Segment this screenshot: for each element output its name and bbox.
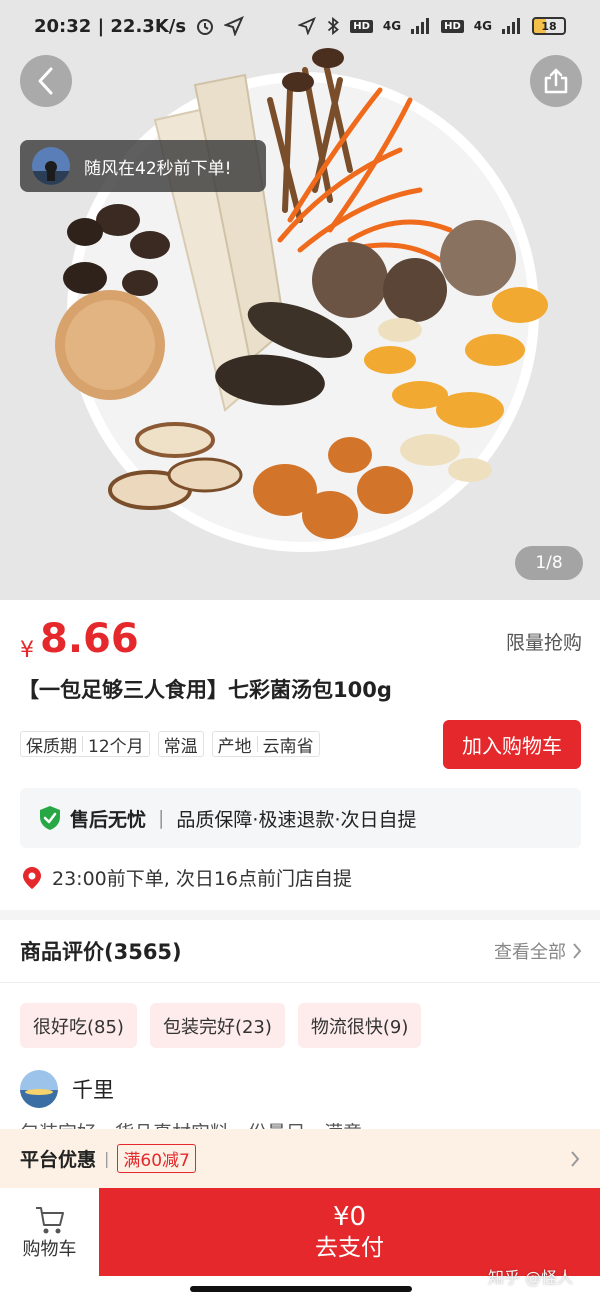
- checkout-amount: ¥0: [332, 1202, 367, 1232]
- product-image-carousel[interactable]: 20:32 | 22.3K/s HD 4G HD 4G 18 随风在42秒前下单…: [0, 0, 600, 600]
- review-chip-shipping[interactable]: 物流很快(9): [297, 1003, 422, 1048]
- recent-order-text: 随风在42秒前下单!: [84, 158, 232, 179]
- pickup-info: 23:00前下单, 次日16点前门店自提: [22, 864, 352, 891]
- hd-badge: HD: [350, 19, 373, 33]
- battery-icon: 18: [532, 17, 566, 35]
- section-divider: [0, 910, 600, 920]
- network-type: 4G: [473, 19, 492, 33]
- location-arrow-icon: [298, 17, 317, 35]
- checkout-label: 去支付: [315, 1235, 384, 1261]
- chevron-right-icon: [571, 1150, 580, 1167]
- hd-badge: HD: [441, 19, 464, 33]
- mushroom-product-image: [55, 48, 548, 552]
- back-button[interactable]: [20, 55, 72, 107]
- pickup-text: 23:00前下单, 次日16点前门店自提: [52, 868, 353, 890]
- origin-tag: 产地 云南省: [211, 731, 320, 757]
- signal-icon: [502, 18, 520, 34]
- product-price: 8.66: [40, 616, 139, 662]
- share-icon: [544, 68, 568, 94]
- chevron-left-icon: [38, 67, 53, 95]
- flash-sale-label: 限量抢购: [505, 632, 582, 654]
- product-title: 【一包足够三人食用】七彩菌汤包100g: [18, 678, 392, 702]
- share-button[interactable]: [530, 55, 582, 107]
- review-chip-tasty[interactable]: 很好吃(85): [20, 1003, 137, 1048]
- location-arrow-icon: [224, 16, 245, 36]
- tag-name: 产地: [217, 736, 252, 757]
- view-all-label: 查看全部: [494, 942, 566, 963]
- separator: |: [158, 807, 165, 829]
- buyer-avatar: [32, 147, 70, 185]
- storage-tag: 常温: [157, 731, 204, 757]
- location-pin-icon: [23, 866, 41, 889]
- price-row: ¥ 8.66 限量抢购: [20, 616, 582, 666]
- discount-coupon: 满60减7: [117, 1144, 196, 1173]
- shopping-cart-icon: [35, 1207, 64, 1234]
- cart-label: 购物车: [22, 1239, 77, 1260]
- after-sale-guarantee[interactable]: 售后无忧 | 品质保障·极速退款·次日自提: [20, 788, 581, 848]
- shelf-life-tag: 保质期 12个月: [20, 731, 150, 757]
- guarantee-items: 品质保障·极速退款·次日自提: [176, 808, 417, 831]
- status-bar: 20:32 | 22.3K/s HD 4G HD 4G 18: [0, 0, 600, 52]
- signal-icon: [411, 18, 430, 34]
- reviewer-name: 千里: [72, 1078, 114, 1102]
- shield-check-icon: [40, 806, 60, 830]
- reviewer: 千里: [20, 1070, 114, 1108]
- tag-name: 常温: [163, 736, 198, 757]
- add-to-cart-button[interactable]: 加入购物车: [443, 720, 581, 769]
- status-time-speed: 20:32 | 22.3K/s: [34, 15, 187, 37]
- tag-name: 保质期: [26, 736, 77, 757]
- chevron-right-icon: [573, 943, 582, 959]
- view-all-reviews-link[interactable]: 查看全部: [494, 938, 582, 964]
- recent-order-toast: 随风在42秒前下单!: [20, 140, 266, 192]
- guarantee-title: 售后无忧: [70, 808, 147, 831]
- reviewer-avatar: [20, 1070, 58, 1108]
- reviews-heading: 商品评价(3565): [20, 940, 182, 964]
- network-type: 4G: [382, 19, 402, 33]
- review-chip-packaging[interactable]: 包装完好(23): [149, 1003, 285, 1048]
- cart-tab[interactable]: 购物车: [0, 1188, 99, 1278]
- product-attribute-tags: 保质期 12个月 常温 产地 云南省: [20, 731, 320, 757]
- tag-value: 12个月: [88, 736, 144, 757]
- currency-symbol: ¥: [20, 638, 34, 663]
- checkout-button[interactable]: ¥0 去支付: [99, 1188, 600, 1276]
- home-indicator[interactable]: [190, 1286, 412, 1292]
- separator: |: [104, 1149, 110, 1168]
- tag-value: 云南省: [262, 736, 314, 757]
- alarm-icon: [197, 19, 214, 35]
- reviews-header: 商品评价(3565) 查看全部: [20, 936, 582, 966]
- bluetooth-icon: [328, 17, 340, 35]
- reviews-divider: [0, 982, 600, 983]
- image-page-indicator: 1/8: [515, 546, 583, 580]
- review-keyword-chips: 很好吃(85) 包装完好(23) 物流很快(9): [20, 1003, 422, 1048]
- watermark: 知乎 @怪人: [488, 1268, 574, 1287]
- platform-discount-bar[interactable]: 平台优惠 | 满60减7: [0, 1129, 600, 1188]
- platform-discount-label: 平台优惠: [20, 1149, 97, 1171]
